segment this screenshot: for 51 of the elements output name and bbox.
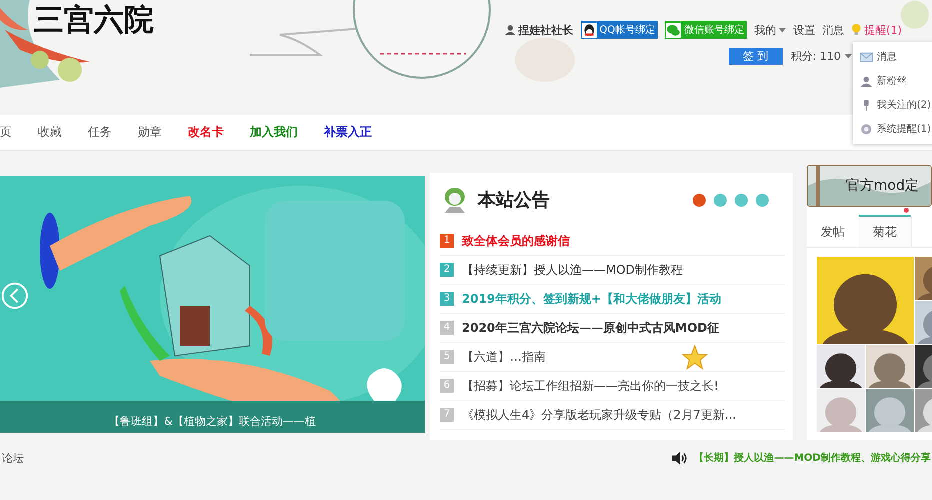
menu-item[interactable]: 消息	[853, 45, 932, 69]
nav-link[interactable]: 页	[0, 124, 12, 141]
nav-link[interactable]: 改名卡	[188, 124, 224, 141]
menu-item[interactable]: 新粉丝	[853, 69, 932, 93]
rank-number: 2	[440, 263, 454, 277]
penguin-icon	[582, 22, 597, 38]
check-in-button[interactable]: 签 到	[728, 48, 783, 65]
site-logo[interactable]: 三宫六院	[34, 1, 154, 41]
notice-link[interactable]: 2020年三宫六院论坛——原创中式古风MOD征	[462, 320, 720, 336]
nav-link[interactable]: 勋章	[138, 124, 162, 141]
rank-number: 7	[440, 408, 454, 422]
rank-number: 6	[440, 379, 454, 393]
tab[interactable]: 发帖	[807, 215, 860, 247]
nav-link[interactable]: 任务	[88, 124, 112, 141]
section-title: 本站公告	[478, 189, 550, 212]
notice-link[interactable]: 《模拟人生4》分享版老玩家升级专贴（2月7更新...	[462, 406, 736, 424]
user-icon	[504, 24, 516, 36]
notice-link[interactable]: 【六道】…指南	[462, 348, 546, 366]
top-link[interactable]: 设置	[793, 22, 816, 38]
menu-item[interactable]: 我关注的(2)	[853, 93, 932, 117]
rank-number: 3	[440, 292, 454, 306]
chat-bubbles-icon	[666, 22, 682, 38]
pager-dot[interactable]	[735, 194, 748, 206]
top-link[interactable]: 我的	[754, 22, 786, 38]
gear-icon	[860, 124, 873, 134]
notice-link[interactable]: 致全体会员的感谢信	[462, 232, 570, 250]
nav-link[interactable]: 收藏	[38, 124, 62, 141]
breadcrumb-link[interactable]: 论坛	[2, 450, 24, 466]
rank-number: 5	[440, 350, 454, 364]
user-icon	[860, 76, 873, 86]
notification-dot	[904, 208, 909, 213]
pager-dot[interactable]	[756, 194, 769, 206]
pager-dot[interactable]	[693, 194, 706, 206]
notice-link[interactable]: 【招募】论坛工作组招新——亮出你的一技之长!	[462, 378, 719, 394]
username-link[interactable]: 捏娃社社长	[518, 22, 574, 38]
speaker-icon	[672, 452, 690, 464]
nav-link[interactable]: 加入我们	[250, 124, 298, 141]
account-bind-button[interactable]: QQ帐号绑定	[580, 21, 658, 39]
rank-number: 4	[440, 321, 454, 335]
reminder-link[interactable]: 提醒(1)	[864, 22, 902, 38]
rank-number: 1	[440, 234, 454, 248]
pager-dot[interactable]	[714, 194, 727, 206]
caret-icon	[845, 54, 852, 59]
top-link[interactable]: 消息	[822, 22, 844, 38]
notice-link[interactable]: 【持续更新】授人以渔——MOD制作教程	[462, 262, 684, 278]
envelope-icon	[860, 52, 873, 62]
nav-link[interactable]: 补票入正	[324, 124, 372, 141]
lightbulb-icon	[851, 24, 862, 36]
points-link[interactable]: 积分: 110	[790, 49, 852, 64]
tab[interactable]: 菊花	[859, 215, 912, 247]
menu-item[interactable]: 系统提醒(1)	[853, 117, 932, 141]
